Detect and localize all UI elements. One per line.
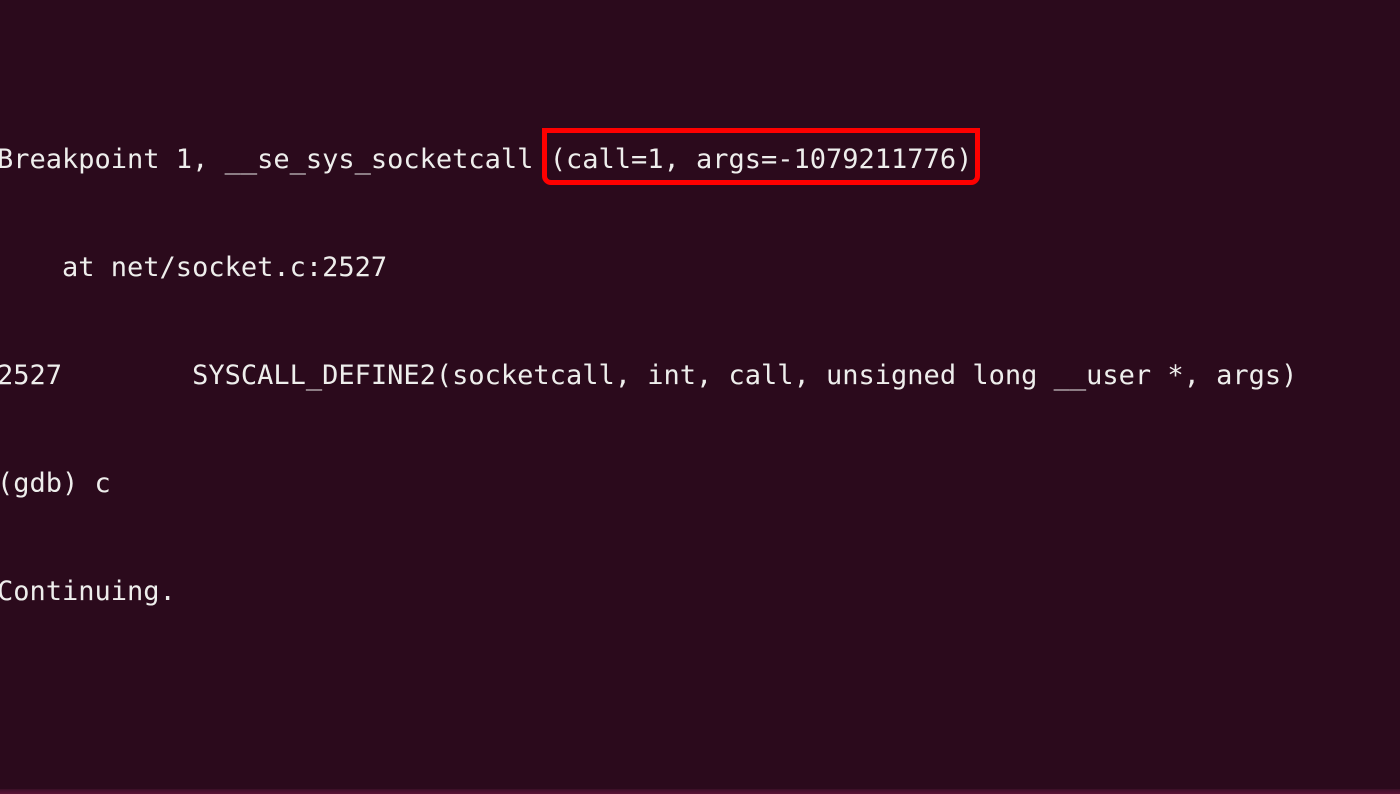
breakpoint-prefix: Breakpoint 1, __se_sys_socketcall [0, 144, 550, 175]
continuing-line: Continuing. [0, 576, 176, 607]
terminal-output: Breakpoint 1, __se_sys_socketcall (call=… [0, 0, 1400, 794]
breakpoint-location-line: at net/socket.c:2527 [0, 252, 388, 283]
terminal-bottom-edge [0, 789, 1400, 794]
breakpoint-args-highlight: (call=1, args=-1079211776) [541, 128, 980, 185]
source-code-line: 2527 SYSCALL_DEFINE2(socketcall, int, ca… [0, 360, 1298, 391]
breakpoint-hit-line: Breakpoint 1, __se_sys_socketcall (call=… [0, 128, 1400, 185]
gdb-terminal-window[interactable]: Breakpoint 1, __se_sys_socketcall (call=… [0, 0, 1400, 794]
gdb-prompt-line[interactable]: (gdb) c [0, 466, 1400, 502]
